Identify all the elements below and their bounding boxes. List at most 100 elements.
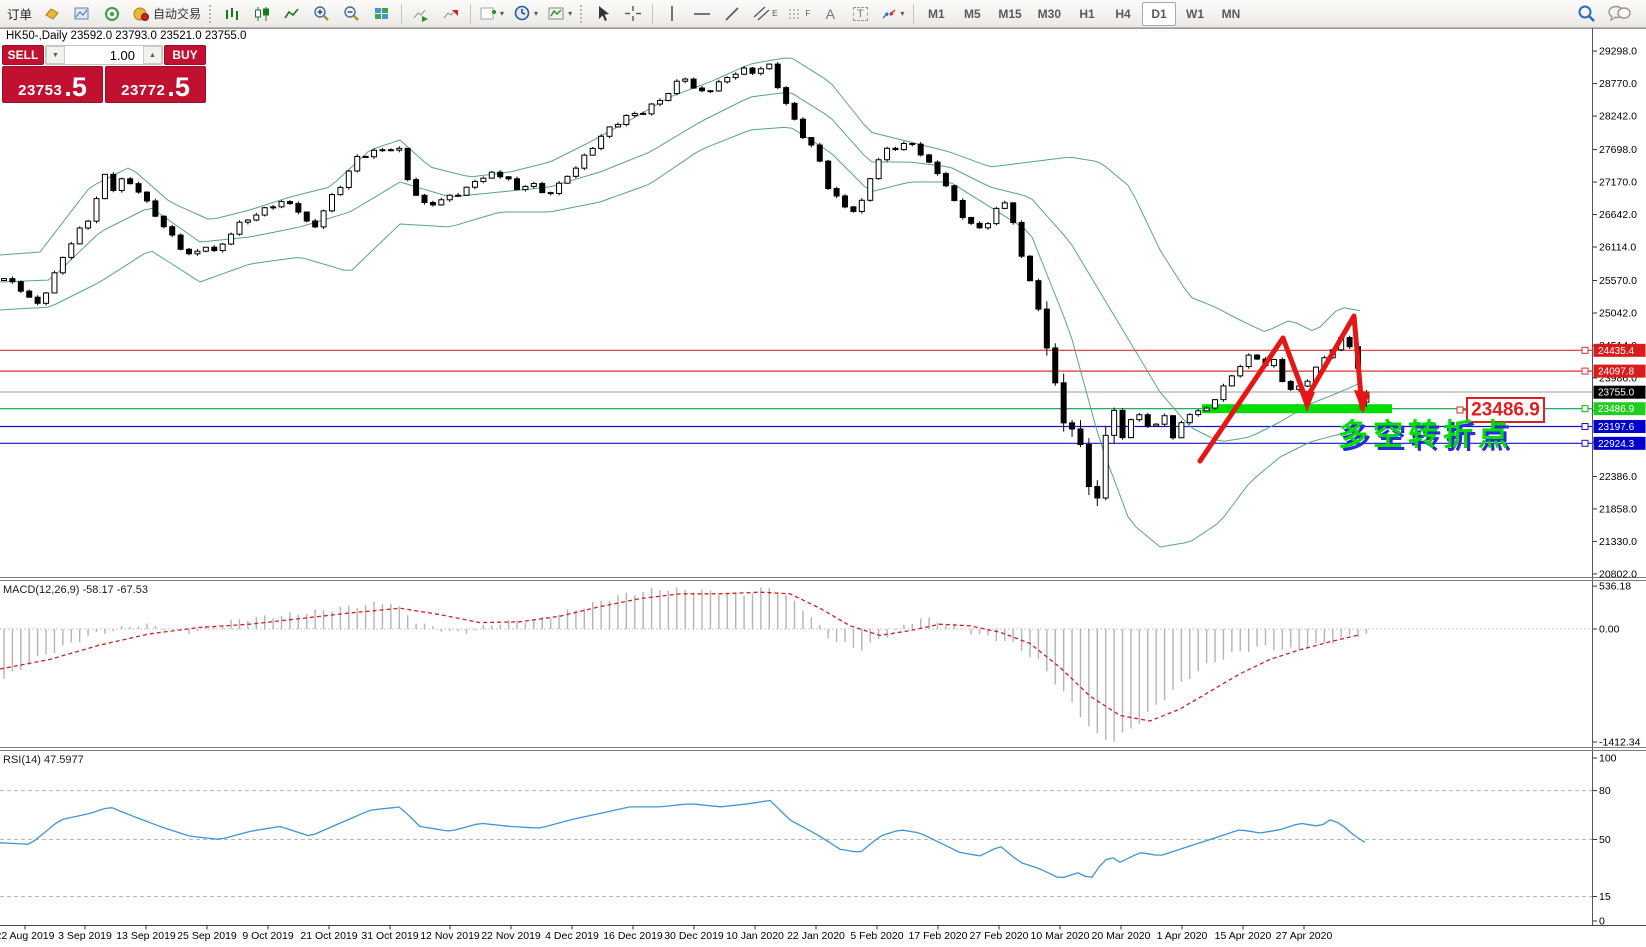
label-tool-icon[interactable]: T xyxy=(846,2,874,26)
date-tick-label: 9 Oct 2019 xyxy=(242,930,294,942)
line-chart-icon[interactable] xyxy=(278,2,306,26)
dropdown-caret-icon[interactable]: ▾ xyxy=(534,9,538,18)
date-tick-label: 31 Oct 2019 xyxy=(361,930,418,942)
crosshair-tool-icon[interactable] xyxy=(619,2,647,26)
line-handle[interactable] xyxy=(1581,423,1589,431)
bb-lower-band xyxy=(0,126,1361,548)
price-badge-label: 24097.8 xyxy=(1598,367,1635,378)
price-tick-label: 21330.0 xyxy=(1599,536,1637,548)
main-toolbar: 订单 自动交易 ▾ ▾ ▾ E F A T ▾ M1 M5 M15 M30 H1 H4 D1… xyxy=(0,0,1646,28)
price-badge-label: 22924.3 xyxy=(1598,439,1635,450)
date-tick-label: 3 Sep 2019 xyxy=(58,930,112,942)
line-handle[interactable] xyxy=(1581,346,1589,354)
date-tick-label: 20 Mar 2020 xyxy=(1092,930,1151,942)
equidistant-channel-tool-icon[interactable]: E xyxy=(748,2,781,26)
dropdown-caret-icon[interactable]: ▾ xyxy=(500,9,504,18)
sell-price[interactable]: 23753.5 xyxy=(2,66,103,103)
rsi-tick-label: 50 xyxy=(1599,834,1611,846)
date-tick-label: 22 Nov 2019 xyxy=(481,930,541,942)
periods-icon[interactable]: ▾ xyxy=(510,2,542,26)
date-tick-label: 4 Dec 2019 xyxy=(545,930,599,942)
chart-window[interactable]: 23486.9 29298.0 28770.0 28242.0 27698.0 27170… xyxy=(0,28,1646,947)
toolbar-separator xyxy=(401,3,403,24)
timeframe-m15-button[interactable]: M15 xyxy=(991,2,1028,26)
price-badge-label: 23197.6 xyxy=(1598,422,1635,433)
horizontal-line-tool-icon[interactable] xyxy=(688,2,716,26)
toolbar-separator xyxy=(470,3,472,24)
buy-price-main: 23772 xyxy=(121,82,166,99)
fibo-letter: F xyxy=(805,9,811,18)
price-tick-label: 25570.0 xyxy=(1599,275,1637,287)
volume-increase-button[interactable]: ▲ xyxy=(143,46,162,64)
chart-annotation-text: 多空转折点 xyxy=(1338,419,1513,452)
price-axis xyxy=(1593,50,1597,575)
candles-layer xyxy=(1,62,1370,507)
price-tick-label: 26642.0 xyxy=(1599,209,1637,221)
one-click-trading-panel[interactable]: SELL ▼ 1.00 ▲ BUY 23753.5 23772.5 xyxy=(2,45,206,103)
buy-button[interactable]: BUY xyxy=(164,45,206,65)
price-tick-label: 27170.0 xyxy=(1599,177,1637,189)
chat-icon[interactable] xyxy=(1603,2,1635,26)
date-tick-label: 13 Sep 2019 xyxy=(116,930,176,942)
rsi-tick-label: 15 xyxy=(1599,891,1611,903)
line-handle[interactable] xyxy=(1581,439,1589,447)
text-tool-icon[interactable]: A xyxy=(816,2,844,26)
toolbar-grip xyxy=(209,4,214,23)
templates-icon[interactable]: ▾ xyxy=(544,2,576,26)
timeframe-m1-button[interactable]: M1 xyxy=(919,2,953,26)
volume-decrease-button[interactable]: ▼ xyxy=(46,46,65,64)
macd-name: MACD(12,26,9) xyxy=(3,584,80,596)
signals-icon[interactable] xyxy=(98,2,126,26)
line-handle[interactable] xyxy=(1581,367,1589,375)
date-tick-label: 10 Mar 2020 xyxy=(1031,930,1090,942)
line-handle[interactable] xyxy=(1581,405,1589,413)
auto-scroll-icon[interactable] xyxy=(407,2,435,26)
price-tick-label: 20802.0 xyxy=(1599,568,1637,580)
market-watch-icon[interactable] xyxy=(68,2,96,26)
tile-windows-icon[interactable] xyxy=(368,2,396,26)
date-tick-label: 22 Aug 2019 xyxy=(0,930,55,942)
toolbar-separator xyxy=(913,3,915,24)
fibonacci-tool-icon[interactable]: F xyxy=(783,2,814,26)
bar-chart-icon[interactable] xyxy=(218,2,246,26)
chart-canvas[interactable]: 23486.9 29298.0 28770.0 28242.0 27698.0 27170… xyxy=(0,28,1646,947)
date-tick-label: 15 Apr 2020 xyxy=(1215,930,1272,942)
timeframe-h1-button[interactable]: H1 xyxy=(1070,2,1104,26)
macd-tick-label: 0.00 xyxy=(1599,624,1620,636)
dropdown-caret-icon[interactable]: ▾ xyxy=(900,9,904,18)
zoom-in-icon[interactable] xyxy=(308,2,336,26)
date-tick-label: 17 Feb 2020 xyxy=(909,930,968,942)
timeframe-m30-button[interactable]: M30 xyxy=(1031,2,1068,26)
date-tick-label: 16 Dec 2019 xyxy=(603,930,663,942)
price-badge-label: 23755.0 xyxy=(1598,388,1635,399)
indicators-icon[interactable]: ▾ xyxy=(476,2,508,26)
orders-button[interactable]: 订单 xyxy=(3,2,36,26)
buy-price[interactable]: 23772.5 xyxy=(105,66,206,103)
macd-tick-label: -1412.34 xyxy=(1599,736,1641,748)
date-tick-label: 22 Jan 2020 xyxy=(787,930,845,942)
timeframe-w1-button[interactable]: W1 xyxy=(1178,2,1212,26)
timeframe-group: M1 M5 M15 M30 H1 H4 D1 W1 MN xyxy=(918,1,1249,26)
timeframe-h4-button[interactable]: H4 xyxy=(1106,2,1140,26)
vertical-line-tool-icon[interactable] xyxy=(658,2,686,26)
cursor-tool-icon[interactable] xyxy=(589,2,617,26)
sell-button[interactable]: SELL xyxy=(2,45,44,65)
dropdown-caret-icon[interactable]: ▾ xyxy=(568,9,572,18)
autotrading-label: 自动交易 xyxy=(153,7,202,21)
new-order-icon[interactable] xyxy=(38,2,66,26)
timeframe-m5-button[interactable]: M5 xyxy=(955,2,989,26)
chart-shift-icon[interactable] xyxy=(437,2,465,26)
trendline-tool-icon[interactable] xyxy=(718,2,746,26)
rsi-tick-label: 80 xyxy=(1599,785,1611,797)
channel-letter: E xyxy=(772,9,778,18)
zoom-out-icon[interactable] xyxy=(338,2,366,26)
date-tick-label: 30 Dec 2019 xyxy=(664,930,724,942)
timeframe-d1-button[interactable]: D1 xyxy=(1142,1,1177,26)
search-icon[interactable] xyxy=(1573,2,1601,26)
timeframe-mn-button[interactable]: MN xyxy=(1214,2,1248,26)
candlestick-chart-icon[interactable] xyxy=(248,2,276,26)
autotrading-button[interactable]: 自动交易 xyxy=(128,2,205,26)
arrows-tool-icon[interactable]: ▾ xyxy=(876,2,908,26)
price-tick-label: 25042.0 xyxy=(1599,308,1637,320)
volume-value[interactable]: 1.00 xyxy=(65,46,143,64)
